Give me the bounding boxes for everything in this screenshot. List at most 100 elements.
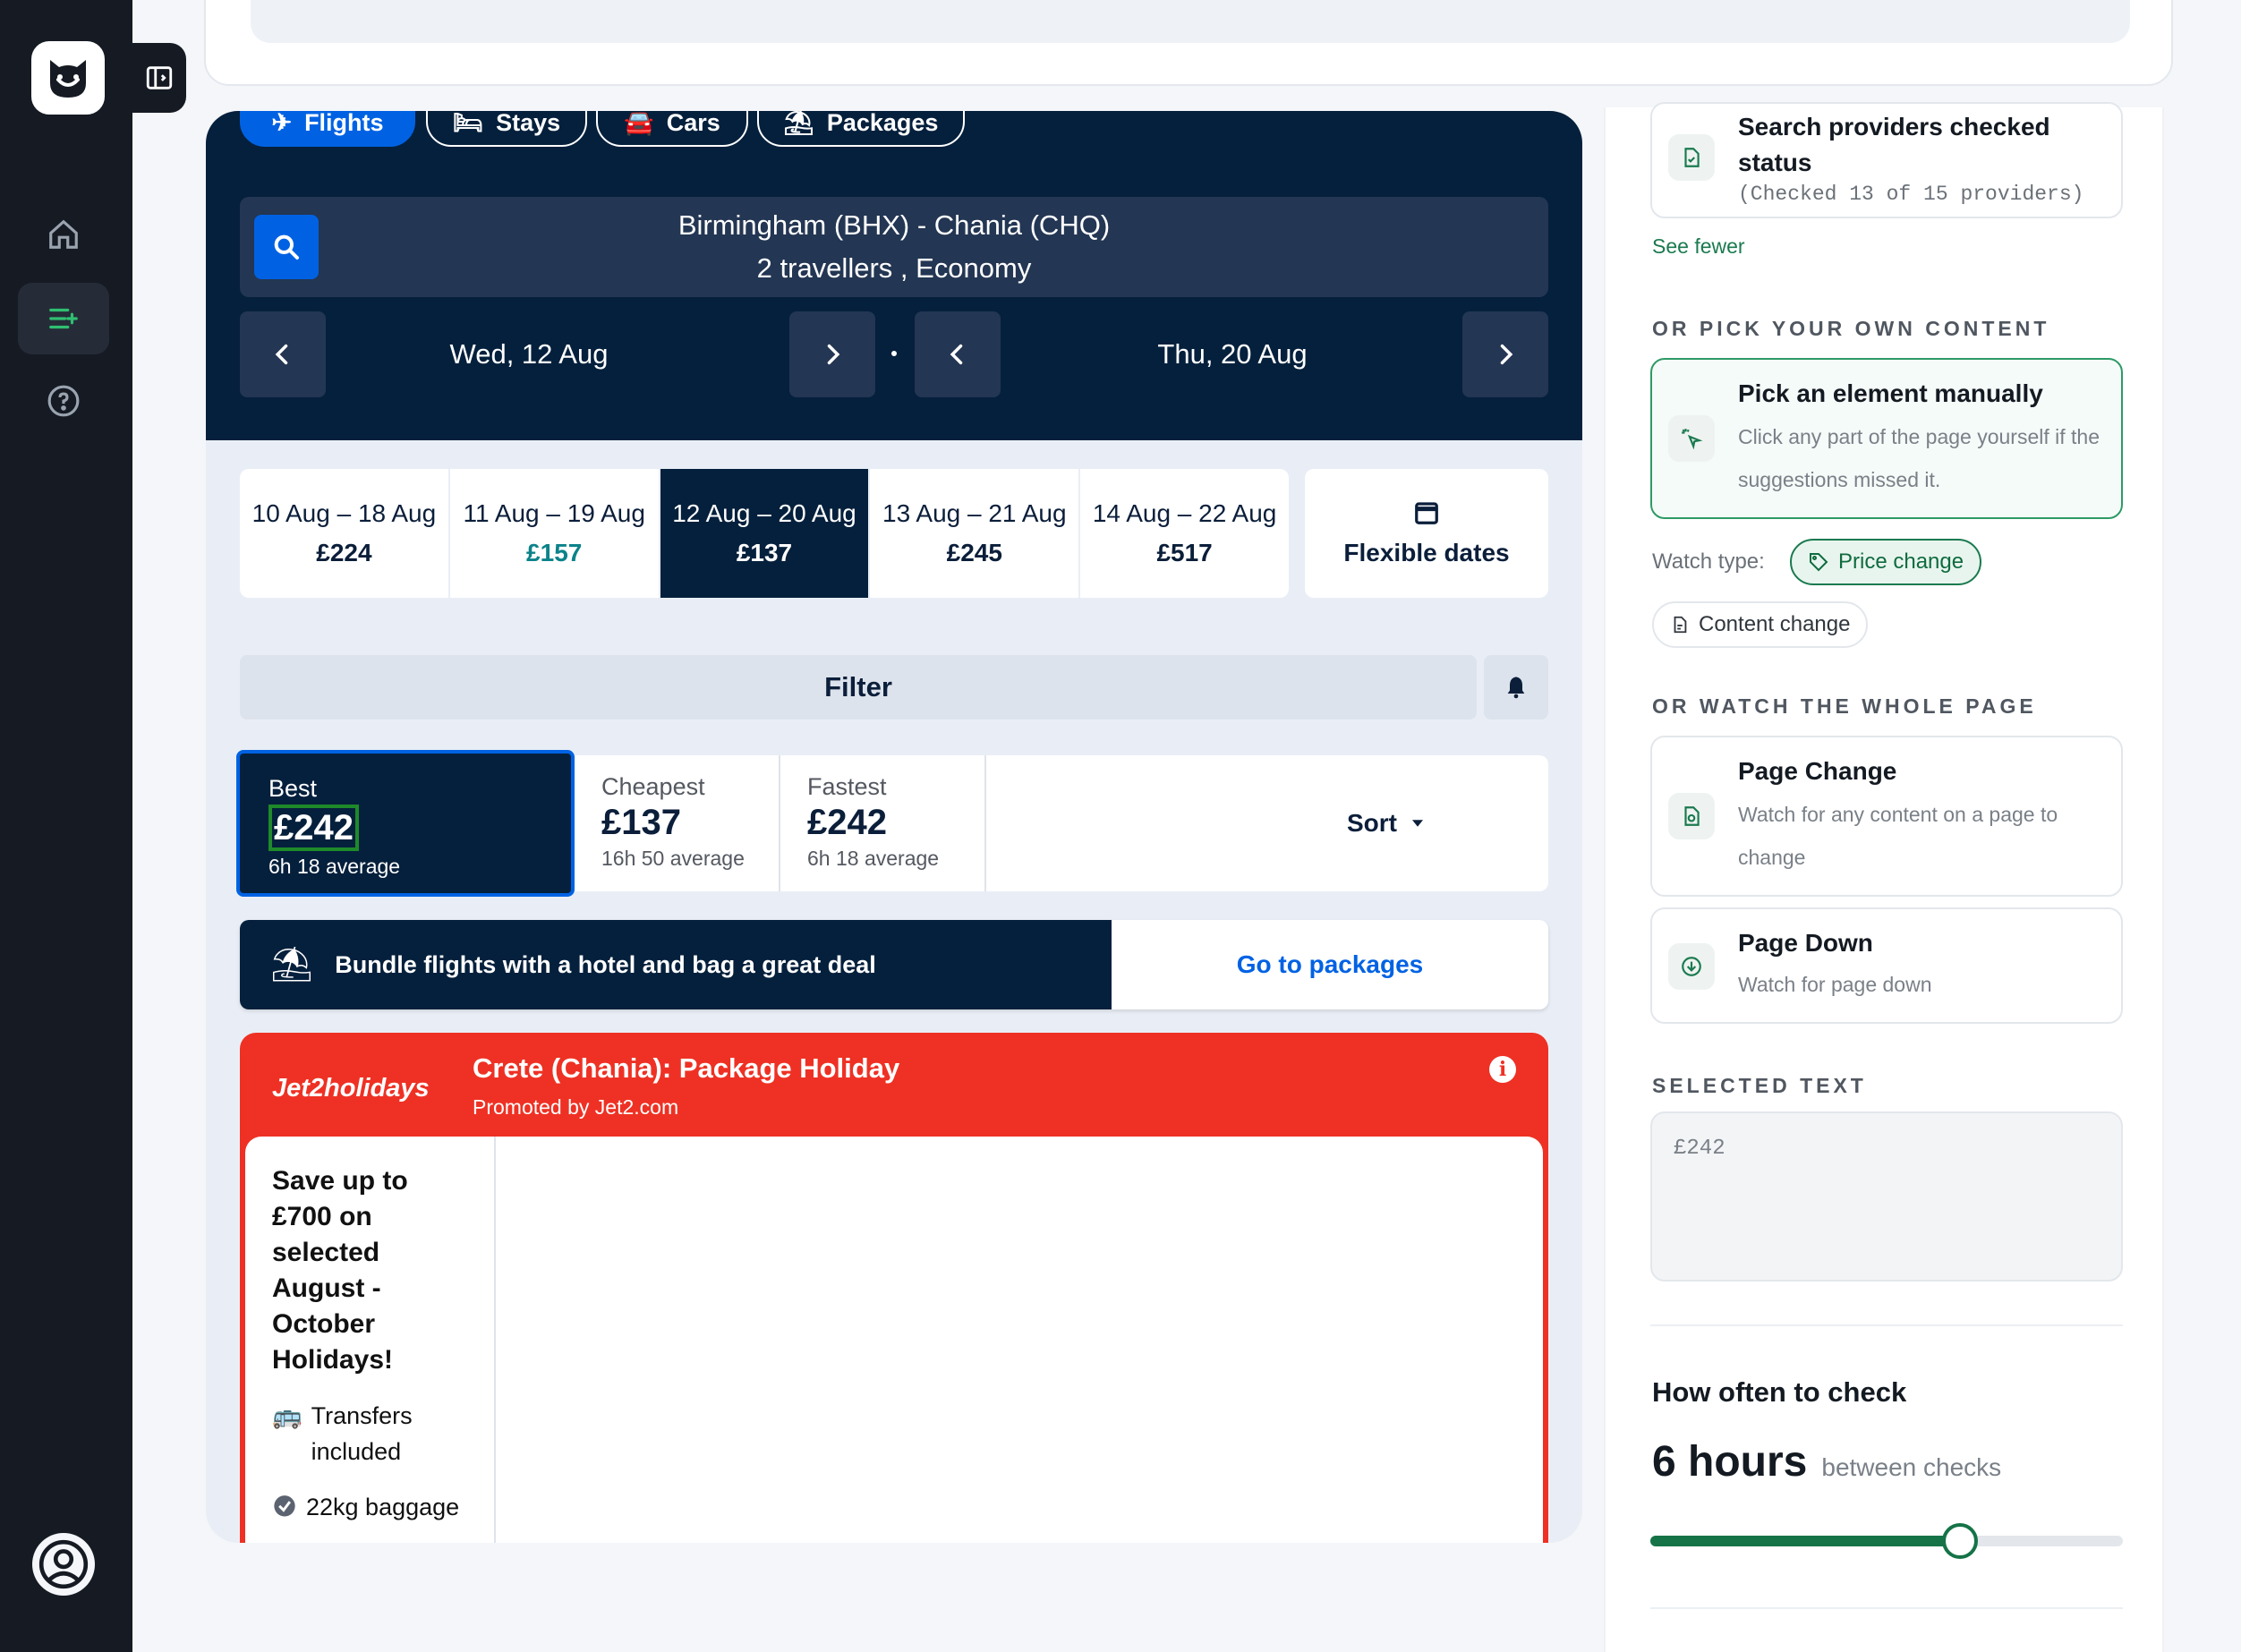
date-option-selected[interactable]: 12 Aug – 20 Aug £137 — [660, 469, 871, 598]
sort-duration: 6h 18 average — [807, 847, 940, 870]
plane-icon: ✈ — [271, 111, 293, 136]
info-icon[interactable]: i — [1489, 1056, 1516, 1083]
watch-list-icon[interactable] — [18, 283, 109, 354]
sort-dropdown-label: Sort — [1347, 809, 1397, 837]
top-card — [204, 0, 2173, 86]
sort-label: Cheapest — [601, 773, 705, 800]
depart-next-button[interactable] — [789, 311, 875, 397]
return-next-button[interactable] — [1462, 311, 1548, 397]
sidebar-toggle-button[interactable] — [132, 43, 186, 113]
arrow-down-circle-icon — [1668, 943, 1715, 990]
depart-date[interactable]: Wed, 12 Aug — [326, 311, 732, 397]
slider-fill — [1650, 1536, 1960, 1546]
tab-packages[interactable]: ⛱ Packages — [757, 111, 965, 147]
date-price: £517 — [1156, 539, 1213, 566]
pick-element-card[interactable]: Pick an element manually Click any part … — [1650, 358, 2123, 519]
sort-fastest[interactable]: Fastest £242 6h 18 average — [780, 755, 986, 891]
bundle-promo: ⛱ Bundle flights with a hotel and bag a … — [240, 920, 1112, 1009]
divider — [1650, 1607, 2123, 1609]
date-option[interactable]: 11 Aug – 19 Aug £157 — [450, 469, 660, 598]
filter-button[interactable]: Filter — [240, 655, 1477, 720]
provider-status-title: Search providers checked status — [1738, 113, 2050, 176]
check-circle-icon — [274, 1495, 295, 1517]
package-ad[interactable]: Jet2holidays Crete (Chania): Package Hol… — [240, 1033, 1548, 1543]
date-price: £157 — [526, 539, 583, 566]
page-change-title: Page Change — [1738, 757, 1897, 785]
best-price-highlight[interactable]: £242 — [268, 805, 359, 851]
pill-label: Price change — [1838, 549, 1964, 574]
date-range: 12 Aug – 20 Aug — [672, 499, 856, 527]
watch-type-label: Watch type: — [1652, 549, 1765, 574]
date-price: £245 — [946, 539, 1002, 566]
search-summary-button[interactable]: Birmingham (BHX) - Chania (CHQ) 2 travel… — [240, 197, 1548, 297]
date-price: £224 — [316, 539, 372, 566]
sort-duration: 6h 18 average — [268, 855, 401, 878]
pick-element-desc: Click any part of the page yourself if t… — [1738, 425, 2100, 491]
ad-title: Crete (Chania): Package Holiday — [473, 1052, 900, 1084]
frequency-title: How often to check — [1652, 1376, 1907, 1408]
watch-settings-panel: Search providers checked status (Checked… — [1604, 102, 2164, 1652]
sort-price: £242 — [807, 803, 887, 842]
tab-stays[interactable]: 🛏 Stays — [426, 111, 587, 147]
frequency-value: 6 hours — [1652, 1438, 1808, 1486]
go-to-packages-link[interactable]: Go to packages — [1112, 920, 1548, 1009]
bell-icon — [1507, 677, 1525, 699]
cat-logo[interactable] — [31, 41, 105, 115]
sort-best[interactable]: Best £242 6h 18 average — [236, 750, 575, 897]
date-separator — [891, 351, 897, 356]
page-down-card[interactable]: Page Down Watch for page down — [1650, 907, 2123, 1024]
search-route: Birmingham (BHX) - Chania (CHQ) — [677, 209, 1111, 241]
return-date[interactable]: Thu, 20 Aug — [1001, 311, 1464, 397]
sort-dropdown[interactable]: Sort — [1224, 755, 1548, 891]
sort-options: Cheapest £137 16h 50 average Fastest £24… — [236, 750, 1548, 897]
slider-thumb[interactable] — [1942, 1523, 1978, 1559]
sort-label: Fastest — [807, 773, 887, 800]
calendar-icon — [1415, 502, 1438, 524]
bus-icon: 🚌 — [272, 1402, 302, 1429]
date-range: 14 Aug – 22 Aug — [1092, 499, 1277, 527]
pick-element-title: Pick an element manually — [1738, 379, 2043, 407]
beach-icon: ⛱ — [783, 111, 814, 136]
beach-umbrella-icon: ⛱ — [270, 946, 314, 984]
provider-status-card[interactable]: Search providers checked status (Checked… — [1650, 102, 2123, 218]
date-option[interactable]: 14 Aug – 22 Aug £517 — [1080, 469, 1289, 598]
search-passengers: 2 travellers , Economy — [756, 252, 1032, 284]
date-option[interactable]: 10 Aug – 18 Aug £224 — [240, 469, 450, 598]
flight-search-widget: ✈ Flights 🛏 Stays 🚘 Cars ⛱ Packages Birm… — [206, 111, 1582, 1543]
see-fewer-link[interactable]: See fewer — [1652, 234, 1745, 259]
frequency-readout: 6 hours between checks — [1652, 1437, 2001, 1486]
watch-type-content-change[interactable]: Content change — [1652, 601, 1869, 648]
sort-label: Best — [268, 775, 318, 802]
page-change-card[interactable]: Page Change Watch for any content on a p… — [1650, 736, 2123, 897]
date-range: 13 Aug – 21 Aug — [882, 499, 1067, 527]
sort-cheapest[interactable]: Cheapest £137 16h 50 average — [575, 755, 780, 891]
page-down-title: Page Down — [1738, 929, 1873, 957]
ad-promoted-by: Promoted by Jet2.com — [473, 1095, 679, 1119]
frequency-slider[interactable] — [1650, 1523, 2123, 1559]
return-prev-button[interactable] — [915, 311, 1001, 397]
feature-text: 22kg baggage — [306, 1494, 460, 1520]
home-icon[interactable] — [18, 199, 109, 270]
divider — [1650, 1324, 2123, 1326]
selected-text-heading: SELECTED TEXT — [1652, 1074, 1867, 1097]
bundle-text: Bundle flights with a hotel and bag a gr… — [335, 950, 876, 978]
page-refresh-icon — [1668, 793, 1715, 839]
jet2holidays-logo: Jet2holidays — [272, 1074, 430, 1103]
watch-type-price-change[interactable]: Price change — [1790, 539, 1982, 585]
date-option[interactable]: 13 Aug – 21 Aug £245 — [870, 469, 1081, 598]
flexible-dates-button[interactable]: Flexible dates — [1305, 469, 1548, 598]
selected-text-field[interactable]: £242 — [1650, 1111, 2123, 1282]
account-icon[interactable] — [18, 1529, 109, 1600]
tab-flights[interactable]: ✈ Flights — [240, 111, 415, 147]
price-alert-button[interactable] — [1484, 655, 1548, 720]
bundle-banner: ⛱ Bundle flights with a hotel and bag a … — [240, 920, 1548, 1009]
ad-offer: Save up to £700 on selected August - Oct… — [245, 1137, 496, 1543]
tab-cars[interactable]: 🚘 Cars — [596, 111, 748, 147]
page-down-desc: Watch for page down — [1738, 973, 1932, 996]
help-icon[interactable] — [18, 365, 109, 437]
caret-down-icon — [1412, 820, 1423, 827]
date-price: £137 — [736, 539, 793, 566]
provider-status-detail: (Checked 13 of 15 providers) — [1738, 183, 2084, 206]
depart-prev-button[interactable] — [240, 311, 326, 397]
sort-duration: 16h 50 average — [601, 847, 745, 870]
